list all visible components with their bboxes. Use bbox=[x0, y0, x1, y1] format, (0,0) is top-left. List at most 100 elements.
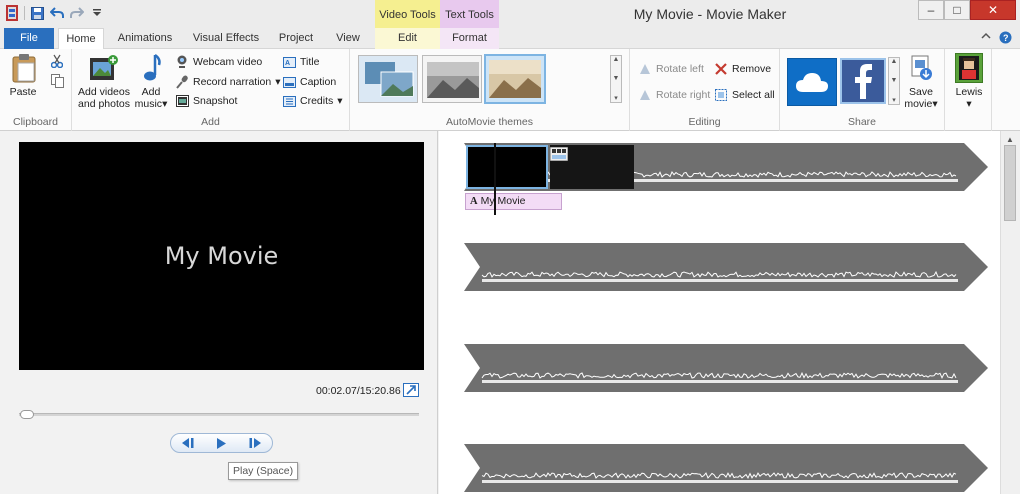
share-gallery-scroll[interactable]: ▲ ▼ ▾ bbox=[888, 57, 900, 105]
rotate-left-icon bbox=[638, 62, 652, 76]
credits-button[interactable]: Credits ▾ bbox=[282, 93, 343, 109]
undo-icon[interactable] bbox=[49, 5, 65, 21]
close-button[interactable]: ✕ bbox=[970, 0, 1016, 20]
copy-button[interactable] bbox=[50, 73, 64, 89]
account-button[interactable]: Lewis ▾ bbox=[953, 53, 985, 110]
remove-label: Remove bbox=[732, 63, 772, 75]
seek-bar[interactable] bbox=[19, 410, 419, 419]
previous-frame-button[interactable] bbox=[173, 435, 203, 451]
caption-item[interactable]: A My Movie bbox=[465, 193, 562, 210]
scroll-up-icon[interactable]: ▲ bbox=[1006, 135, 1014, 144]
paste-button[interactable]: Paste bbox=[8, 53, 38, 98]
scrollbar-thumb[interactable] bbox=[1004, 145, 1016, 221]
copy-icon bbox=[50, 74, 64, 88]
account-dropdown-icon: ▾ bbox=[966, 98, 972, 110]
snapshot-button[interactable]: Snapshot bbox=[175, 93, 237, 109]
storyboard-row-2[interactable] bbox=[464, 243, 988, 291]
add-videos-and-photos-button[interactable]: Add videos and photos bbox=[76, 53, 132, 110]
select-all-icon bbox=[714, 88, 728, 102]
title-button[interactable]: A Title bbox=[282, 54, 319, 70]
save-movie-label-line2: movie▾ bbox=[904, 98, 938, 110]
previous-frame-icon bbox=[181, 438, 194, 448]
title-clip-thumbnail[interactable] bbox=[466, 145, 548, 189]
save-movie-button[interactable]: Save movie▾ bbox=[902, 53, 940, 110]
save-icon[interactable] bbox=[29, 5, 45, 21]
webcam-video-button[interactable]: Webcam video bbox=[175, 54, 262, 70]
ribbon: Paste Clipboard Add videos and photos Ad… bbox=[0, 49, 1020, 131]
window-title: My Movie - Movie Maker bbox=[633, 6, 787, 22]
add-videos-label-line1: Add videos bbox=[78, 86, 130, 98]
customize-qat-icon[interactable] bbox=[89, 5, 105, 21]
music-note-icon bbox=[135, 53, 167, 83]
onedrive-share-button[interactable] bbox=[787, 58, 837, 106]
maximize-button[interactable]: □ bbox=[944, 0, 970, 20]
minimize-button[interactable]: – bbox=[918, 0, 944, 20]
paste-label: Paste bbox=[9, 86, 37, 98]
help-icon[interactable]: ? bbox=[999, 31, 1012, 47]
play-button[interactable] bbox=[206, 435, 236, 451]
themes-gallery-scroll[interactable]: ▲ ▼ ▾ bbox=[610, 55, 622, 103]
movie-maker-app-icon[interactable] bbox=[4, 5, 20, 21]
track-ribbon-shape bbox=[464, 444, 988, 492]
rotate-right-button[interactable]: Rotate right bbox=[638, 87, 710, 103]
svg-text:A: A bbox=[285, 60, 290, 67]
storyboard-scrollbar[interactable]: ▲ bbox=[1000, 131, 1020, 494]
gallery-up-icon[interactable]: ▲ bbox=[611, 56, 621, 63]
window-controls: – □ ✕ bbox=[918, 0, 1016, 20]
credits-icon bbox=[282, 94, 296, 108]
storyboard-row-3[interactable] bbox=[464, 344, 988, 392]
tab-file[interactable]: File bbox=[4, 28, 54, 49]
tab-edit[interactable]: Edit bbox=[375, 28, 440, 49]
remove-button[interactable]: Remove bbox=[714, 61, 771, 77]
storyboard-pane: A My Movie bbox=[439, 131, 1000, 494]
playhead-marker[interactable] bbox=[494, 143, 496, 215]
storyboard-row-4[interactable] bbox=[464, 444, 988, 492]
tab-view[interactable]: View bbox=[328, 28, 368, 49]
redo-icon[interactable] bbox=[69, 5, 85, 21]
play-icon bbox=[217, 437, 227, 449]
clipboard-group-label: Clipboard bbox=[13, 116, 58, 128]
title-label: Title bbox=[300, 56, 320, 68]
record-narration-button[interactable]: Record narration ▾ bbox=[175, 74, 281, 90]
fullscreen-preview-button[interactable] bbox=[403, 383, 419, 397]
gallery-down-icon[interactable]: ▼ bbox=[611, 75, 621, 82]
add-videos-icon bbox=[88, 53, 120, 83]
editing-group-label: Editing bbox=[688, 116, 721, 128]
track-ribbon-shape bbox=[464, 344, 988, 392]
title-bar: Video Tools Text Tools My Movie - Movie … bbox=[0, 0, 1020, 28]
seek-slider-thumb[interactable] bbox=[19, 410, 34, 419]
gallery-more-icon[interactable]: ▾ bbox=[611, 94, 621, 102]
minimize-ribbon-icon[interactable] bbox=[981, 31, 991, 47]
tab-visual-effects[interactable]: Visual Effects bbox=[188, 28, 264, 49]
tab-animations[interactable]: Animations bbox=[112, 28, 178, 49]
share-group-label: Share bbox=[847, 116, 877, 128]
tab-home[interactable]: Home bbox=[58, 28, 104, 50]
add-music-label-line2: music▾ bbox=[134, 98, 168, 110]
select-all-button[interactable]: Select all bbox=[714, 87, 775, 103]
tab-project[interactable]: Project bbox=[272, 28, 320, 49]
account-group: Lewis ▾ bbox=[945, 49, 992, 131]
rotate-right-icon bbox=[638, 88, 652, 102]
tab-format[interactable]: Format bbox=[440, 28, 499, 49]
rotate-left-button[interactable]: Rotate left bbox=[638, 61, 704, 77]
share-up-icon[interactable]: ▲ bbox=[889, 58, 899, 65]
next-frame-button[interactable] bbox=[240, 435, 270, 451]
share-down-icon[interactable]: ▼ bbox=[889, 77, 899, 84]
caption-button[interactable]: Caption bbox=[282, 74, 336, 90]
cut-button[interactable] bbox=[50, 53, 64, 69]
add-music-button[interactable]: Add music▾ bbox=[134, 53, 168, 110]
preview-pane: My Movie 00:02.07/15:20.86 Play (Space) bbox=[0, 131, 438, 494]
waveform-band bbox=[482, 480, 958, 483]
user-avatar-icon bbox=[955, 53, 983, 83]
share-more-icon[interactable]: ▾ bbox=[889, 96, 899, 104]
add-videos-label-line2: and photos bbox=[78, 98, 130, 110]
facebook-share-button[interactable] bbox=[840, 58, 886, 104]
automovie-theme-sepia[interactable] bbox=[484, 54, 546, 104]
snapshot-icon bbox=[175, 94, 189, 108]
share-group: ▲ ▼ ▾ Save movie▾ Share bbox=[780, 49, 945, 131]
automovie-theme-black-and-white[interactable] bbox=[422, 55, 482, 103]
music-track-waveform bbox=[464, 243, 988, 291]
video-preview[interactable]: My Movie bbox=[19, 142, 424, 370]
expand-icon bbox=[406, 385, 416, 395]
automovie-theme-contemporary[interactable] bbox=[358, 55, 418, 103]
